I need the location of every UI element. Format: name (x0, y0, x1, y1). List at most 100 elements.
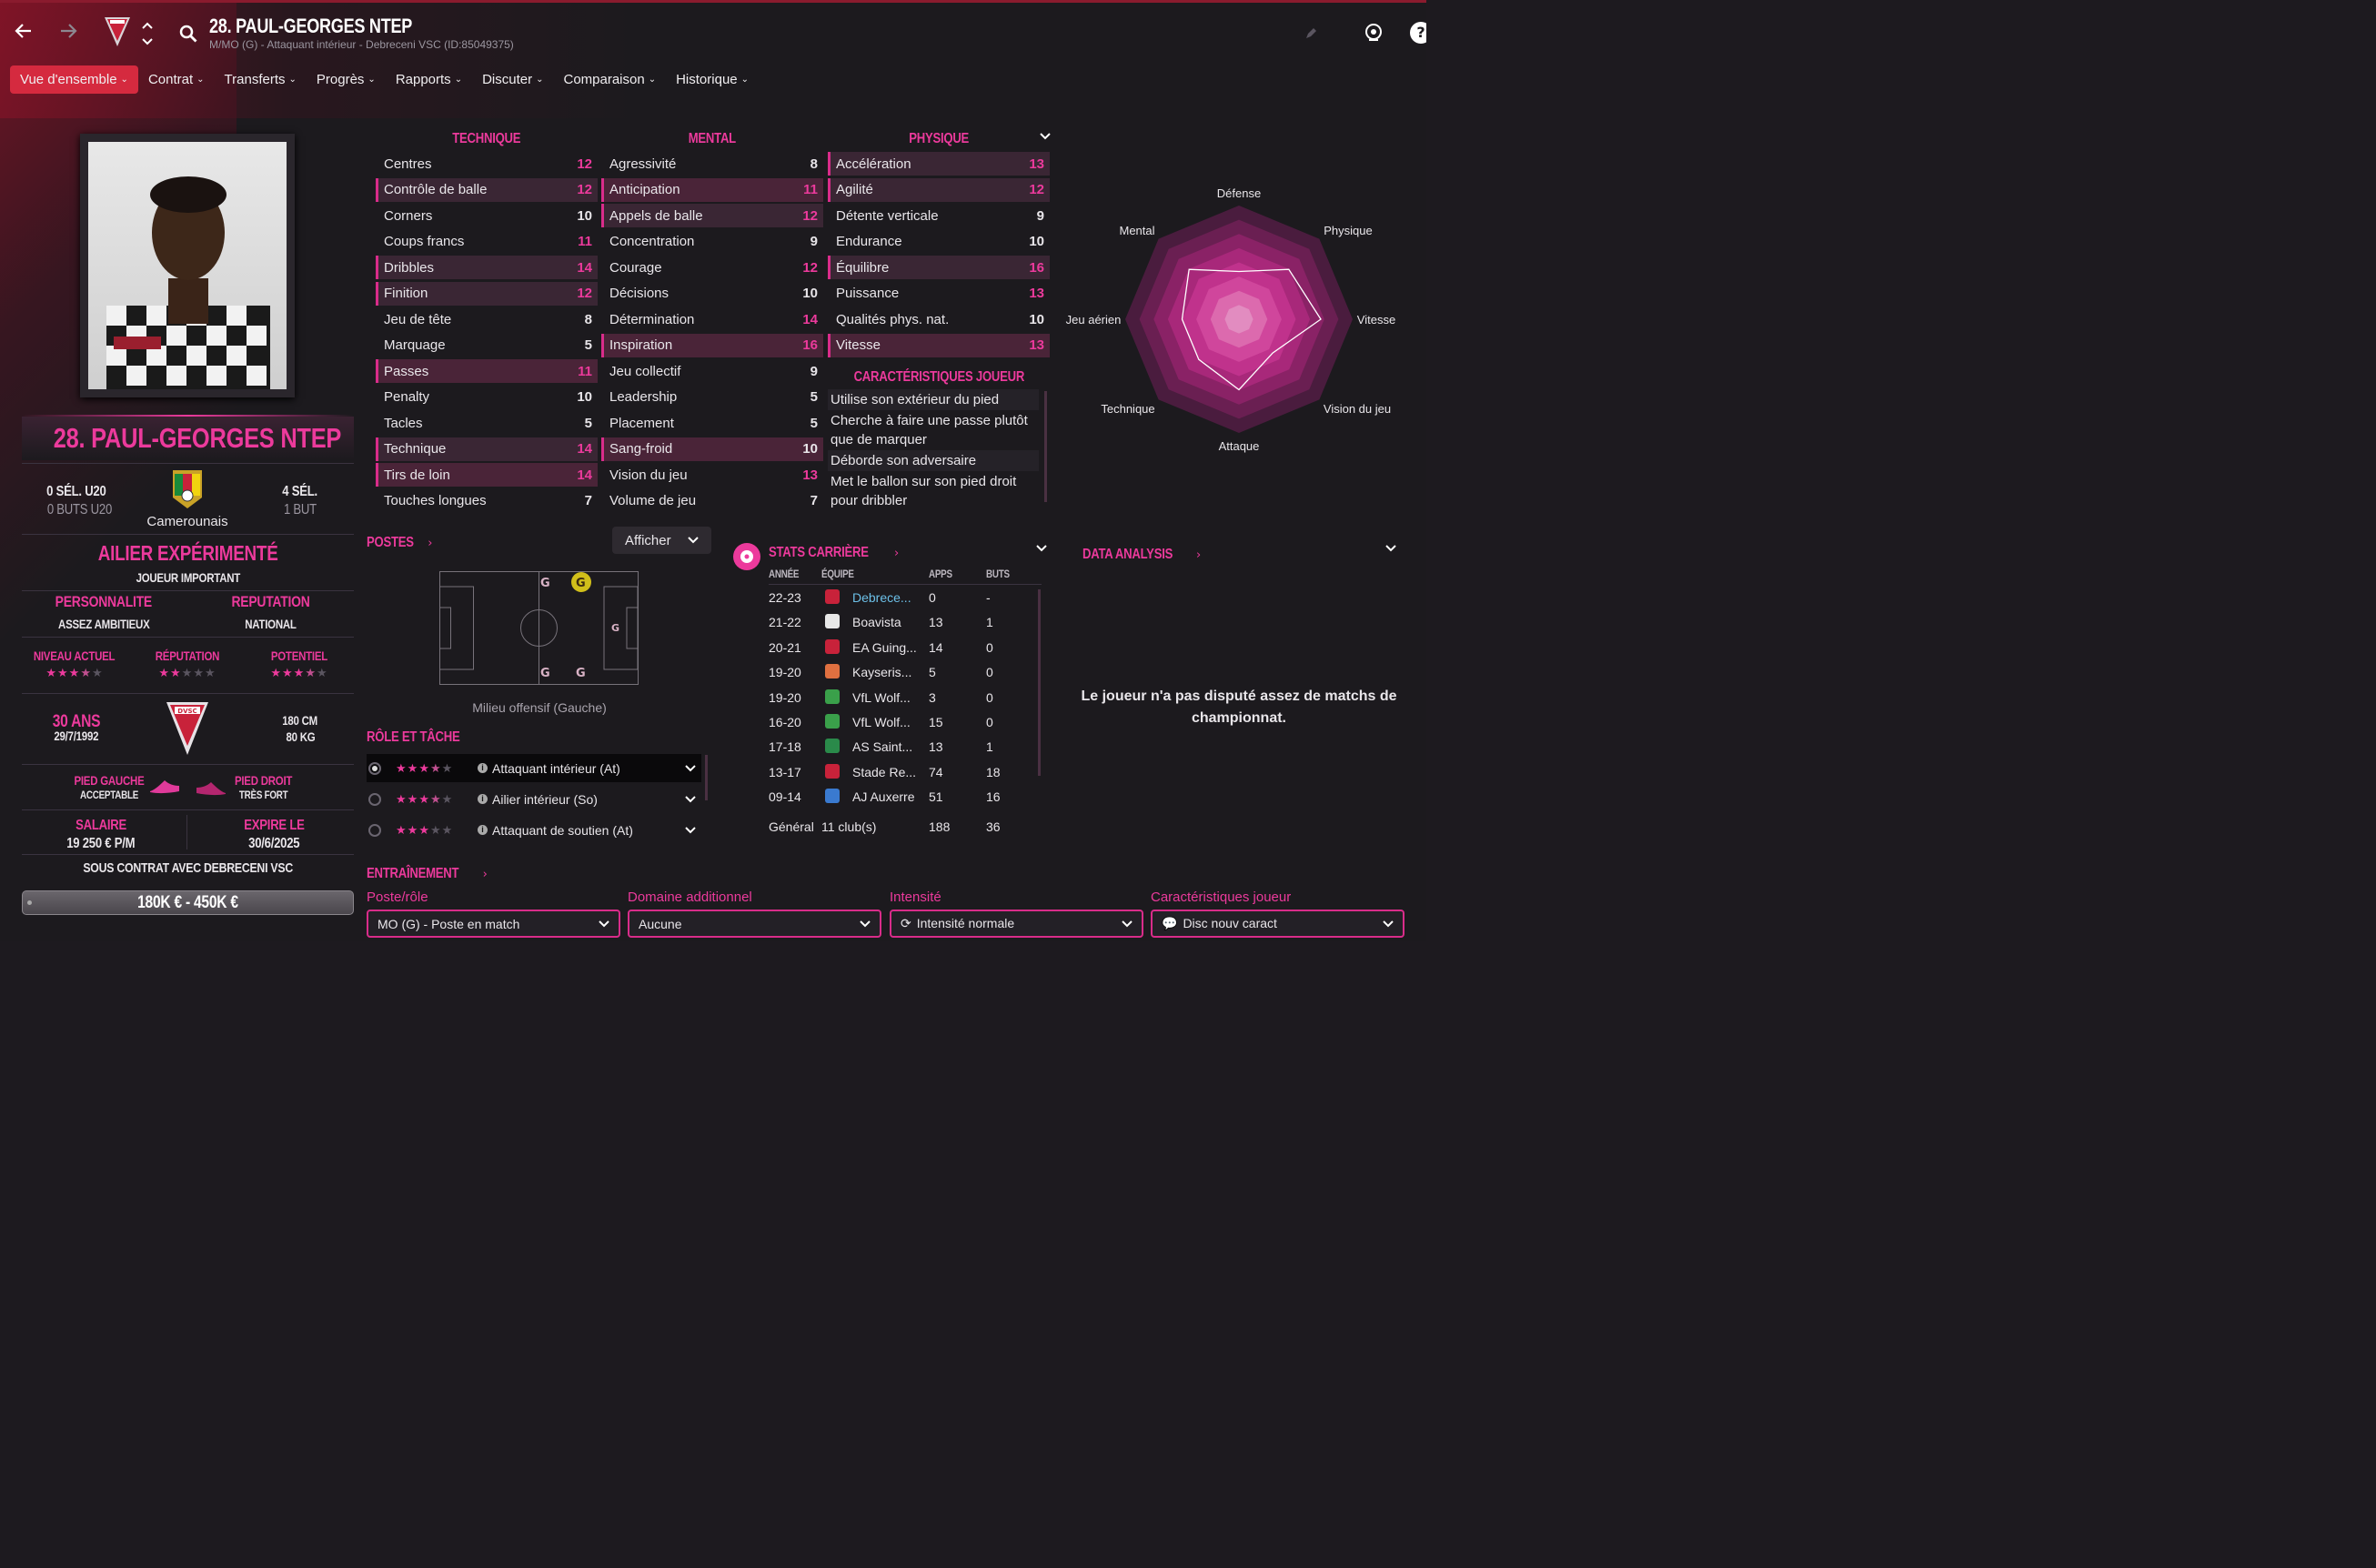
attribute-row[interactable]: Concentration 9 (601, 230, 823, 254)
player-photo-frame (80, 134, 295, 397)
career-row[interactable]: 17-18 AS Saint... 13 1 (769, 735, 1042, 759)
career-title[interactable]: STATS CARRIÈRE › (769, 543, 899, 561)
career-row[interactable]: 16-20 VfL Wolf... 15 0 (769, 710, 1042, 735)
col-apps: APPS (929, 568, 952, 580)
forward-icon[interactable] (57, 20, 79, 48)
role-row[interactable]: ★★★★★ i Ailier intérieur (So) (367, 785, 701, 813)
career-team[interactable]: Debrece... (852, 590, 911, 605)
attribute-row[interactable]: Agilité 12 (828, 177, 1050, 202)
training-title[interactable]: ENTRAÎNEMENT › (367, 864, 488, 882)
tab-2[interactable]: Transferts ⌄ (215, 65, 307, 94)
tab-5[interactable]: Discuter ⌄ (472, 65, 553, 94)
role-row[interactable]: ★★★★★ i Attaquant intérieur (At) (367, 754, 701, 782)
attribute-row[interactable]: Agressivité 8 (601, 152, 823, 176)
attribute-row[interactable]: Inspiration 16 (601, 333, 823, 357)
help-icon[interactable]: ? (1410, 22, 1426, 44)
radar-label: Vision du jeu (1324, 402, 1391, 416)
attribute-value: 10 (577, 207, 592, 224)
attribute-row[interactable]: Puissance 13 (828, 282, 1050, 306)
career-row[interactable]: 19-20 Kayseris... 5 0 (769, 660, 1042, 685)
attribute-name: Tirs de loin (384, 467, 450, 483)
search-icon[interactable] (178, 24, 198, 47)
tab-1[interactable]: Contrat ⌄ (138, 65, 215, 94)
positions-title[interactable]: POSTES › (367, 533, 432, 551)
edit-icon[interactable] (1304, 26, 1317, 44)
attribute-row[interactable]: Vision du jeu 13 (601, 463, 823, 487)
attribute-row[interactable]: Passes 11 (376, 359, 598, 383)
info-icon[interactable]: i (478, 794, 488, 804)
attribute-value: 10 (1029, 311, 1044, 327)
attribute-row[interactable]: Accélération 13 (828, 152, 1050, 176)
headset-icon[interactable] (1364, 22, 1384, 47)
career-scrollbar[interactable] (1038, 589, 1041, 776)
attribute-row[interactable]: Équilibre 16 (828, 256, 1050, 279)
chevron-down-icon[interactable] (685, 795, 696, 803)
analysis-chevron-icon[interactable] (1384, 540, 1397, 558)
attribute-row[interactable]: Coups francs 11 (376, 230, 598, 254)
attribute-row[interactable]: Touches longues 7 (376, 489, 598, 513)
radio-button[interactable] (368, 792, 381, 806)
attribute-row[interactable]: Qualités phys. nat. 10 (828, 307, 1050, 331)
attribute-row[interactable]: Jeu de tête 8 (376, 307, 598, 331)
attribute-row[interactable]: Détermination 14 (601, 307, 823, 331)
back-icon[interactable] (13, 20, 35, 48)
chevron-down-icon[interactable] (685, 826, 696, 834)
traits-scrollbar[interactable] (1044, 391, 1047, 502)
attribute-row[interactable]: Tacles 5 (376, 411, 598, 435)
intensity-select[interactable]: ⟳ Intensité normale (890, 910, 1143, 938)
current-ability-label: NIVEAU ACTUEL (34, 648, 116, 663)
attribute-row[interactable]: Marquage 5 (376, 334, 598, 357)
attribute-row[interactable]: Corners 10 (376, 204, 598, 227)
attribute-row[interactable]: Volume de jeu 7 (601, 489, 823, 513)
tab-7[interactable]: Historique ⌄ (666, 65, 759, 94)
career-row[interactable]: 19-20 VfL Wolf... 3 0 (769, 686, 1042, 710)
career-row[interactable]: 20-21 EA Guing... 14 0 (769, 636, 1042, 660)
club-crest-icon[interactable] (104, 15, 131, 52)
data-analysis-title[interactable]: DATA ANALYSIS › (1082, 545, 1201, 563)
attribute-row[interactable]: Contrôle de balle 12 (376, 177, 598, 202)
attribute-row[interactable]: Tirs de loin 14 (376, 463, 598, 487)
attribute-value: 10 (802, 286, 818, 301)
roles-scrollbar[interactable] (705, 755, 708, 800)
role-row[interactable]: ★★★★★ i Attaquant de soutien (At) (367, 816, 701, 844)
attribute-row[interactable]: Placement 5 (601, 411, 823, 435)
tab-4[interactable]: Rapports ⌄ (386, 65, 472, 94)
career-row[interactable]: 13-17 Stade Re... 74 18 (769, 760, 1042, 785)
attribute-row[interactable]: Centres 12 (376, 152, 598, 176)
career-row[interactable]: 21-22 Boavista 13 1 (769, 610, 1042, 635)
attribute-name: Passes (384, 363, 429, 379)
attribute-row[interactable]: Vitesse 13 (828, 333, 1050, 357)
radio-button[interactable] (368, 823, 381, 837)
tab-3[interactable]: Progrès ⌄ (307, 65, 386, 94)
attribute-row[interactable]: Technique 14 (376, 437, 598, 461)
attribute-row[interactable]: Anticipation 11 (601, 177, 823, 202)
additional-focus-select[interactable]: Aucune (628, 910, 881, 938)
attribute-row[interactable]: Appels de balle 12 (601, 204, 823, 227)
attribute-row[interactable]: Détente verticale 9 (828, 204, 1050, 227)
player-switch-icon[interactable] (141, 20, 154, 51)
info-icon[interactable]: i (478, 763, 488, 773)
training-position-select[interactable]: MO (G) - Poste en match (367, 910, 620, 938)
attribute-row[interactable]: Finition 12 (376, 281, 598, 306)
tab-6[interactable]: Comparaison ⌄ (553, 65, 666, 94)
attribute-row[interactable]: Penalty 10 (376, 386, 598, 409)
chevron-down-icon[interactable] (685, 764, 696, 772)
attribute-row[interactable]: Dribbles 14 (376, 256, 598, 279)
radio-button[interactable] (368, 761, 381, 775)
squad-status: JOUEUR IMPORTANT (136, 570, 240, 585)
attributes-options-chevron-icon[interactable] (1039, 128, 1052, 146)
career-row[interactable]: 09-14 AJ Auxerre 51 16 (769, 785, 1042, 809)
attribute-name: Inspiration (609, 337, 673, 353)
attribute-row[interactable]: Leadership 5 (601, 386, 823, 409)
attribute-row[interactable]: Jeu collectif 9 (601, 359, 823, 383)
attribute-row[interactable]: Courage 12 (601, 256, 823, 279)
attribute-row[interactable]: Sang-froid 10 (601, 437, 823, 461)
player-traits-select[interactable]: 💬 Disc nouv caract (1151, 910, 1404, 938)
attribute-row[interactable]: Décisions 10 (601, 282, 823, 306)
attribute-row[interactable]: Endurance 10 (828, 230, 1050, 254)
show-dropdown[interactable]: Afficher (612, 527, 711, 554)
career-chevron-icon[interactable] (1035, 540, 1048, 558)
career-row[interactable]: 22-23 Debrece... 0 - (769, 586, 1042, 610)
info-icon[interactable]: i (478, 825, 488, 835)
tab-0[interactable]: Vue d'ensemble ⌄ (10, 65, 138, 94)
